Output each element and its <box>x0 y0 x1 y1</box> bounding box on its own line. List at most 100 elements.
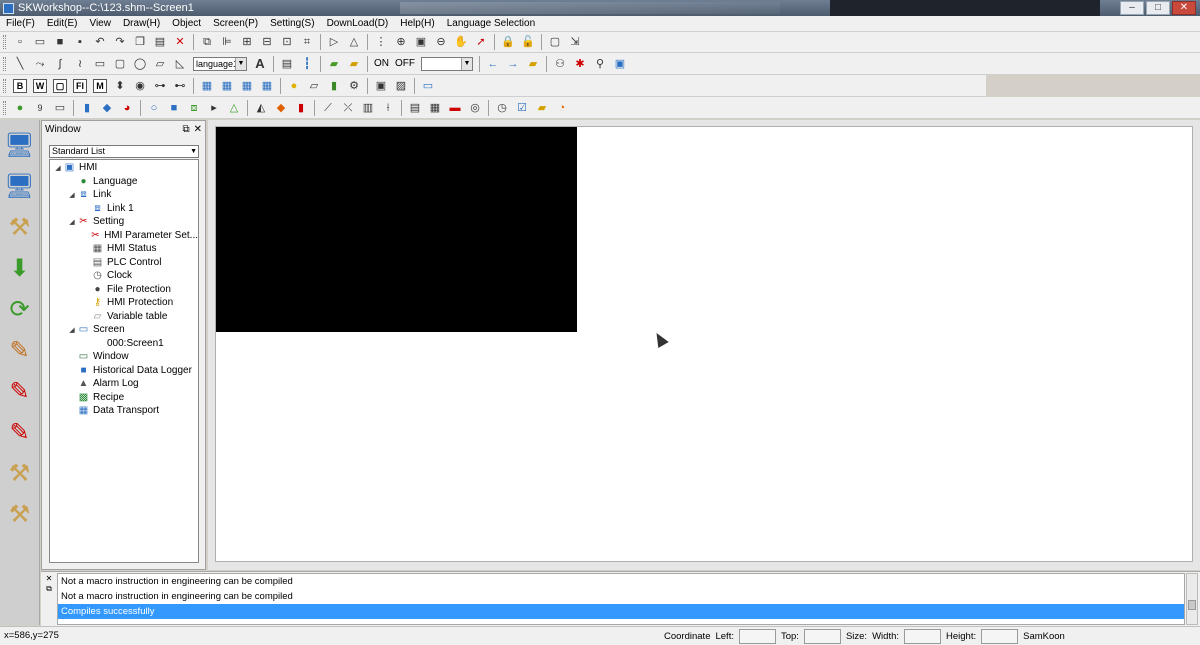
hand-icon[interactable]: ✋ <box>453 34 469 50</box>
menu-draw[interactable]: Draw(H) <box>117 18 166 29</box>
scale-icon[interactable]: ┇ <box>299 56 315 72</box>
output-line[interactable]: Not a macro instruction in engineering c… <box>58 574 1184 589</box>
layer-icon[interactable]: ⊟ <box>259 34 275 50</box>
green-circle-icon[interactable]: ● <box>12 100 28 116</box>
flag-icon[interactable]: ▸ <box>206 100 222 116</box>
tree-item[interactable]: ▦ Data Transport <box>50 404 198 418</box>
edit-pencil-icon[interactable]: ✎ <box>5 336 35 366</box>
redo-icon[interactable]: ↷ <box>112 34 128 50</box>
tree-item[interactable]: ◢ ▣ HMI <box>50 161 198 175</box>
build-icon[interactable]: ⚒ <box>5 459 35 489</box>
traffic-light-icon[interactable]: ▮ <box>326 78 342 94</box>
freeform-icon[interactable]: ≀ <box>72 56 88 72</box>
bit-button-icon[interactable]: B <box>13 78 27 93</box>
arrow-left-icon[interactable]: ← <box>485 56 501 72</box>
numeric-display-icon[interactable]: ▦ <box>199 78 215 94</box>
check-edit-icon[interactable]: ✎ <box>5 377 35 407</box>
rounded-rect-icon[interactable]: ▢ <box>112 56 128 72</box>
pie-chart-icon[interactable]: ◕ <box>119 100 135 116</box>
maximize-button[interactable]: □ <box>1146 1 1170 15</box>
rectangle-icon[interactable]: ▭ <box>92 56 108 72</box>
menu-object[interactable]: Object <box>166 18 207 29</box>
blue-square-icon[interactable]: ■ <box>166 100 182 116</box>
expander-icon[interactable]: ◢ <box>68 326 76 334</box>
function-button-icon[interactable]: Fl <box>73 78 87 93</box>
zoom-out-icon[interactable]: ⊖ <box>433 34 449 50</box>
export-icon[interactable]: ⇲ <box>567 34 583 50</box>
zoom-in-icon[interactable]: ⊕ <box>393 34 409 50</box>
toolbar-grip[interactable] <box>3 56 6 71</box>
clock-tool-icon[interactable]: ◷ <box>494 100 510 116</box>
folder-icon[interactable]: ▰ <box>346 56 362 72</box>
tree-item[interactable]: ■ Historical Data Logger <box>50 364 198 378</box>
pipe-icon[interactable]: ⧈ <box>186 100 202 116</box>
find-icon[interactable]: ✱ <box>572 56 588 72</box>
group-icon[interactable]: ⧉ <box>199 34 215 50</box>
output-line[interactable]: Compiles successfully <box>58 604 1184 619</box>
menu-language-selection[interactable]: Language Selection <box>441 18 541 29</box>
parallelogram-icon[interactable]: ▱ <box>152 56 168 72</box>
stepper-icon[interactable]: ⬍ <box>112 78 128 94</box>
refresh-icon[interactable]: ⟳ <box>5 295 35 325</box>
close-icon[interactable]: ✕ <box>194 124 202 135</box>
play-icon[interactable]: ▷ <box>326 34 342 50</box>
menu-screen[interactable]: Screen(P) <box>207 18 264 29</box>
build-all-icon[interactable]: ⚒ <box>5 500 35 530</box>
tree-item[interactable]: ◷ Clock <box>50 269 198 283</box>
output-line[interactable]: Not a macro instruction in engineering c… <box>58 589 1184 604</box>
triangle-shape-icon[interactable]: △ <box>226 100 242 116</box>
toolbar-grip[interactable] <box>3 78 6 93</box>
meter-icon[interactable]: ▭ <box>52 100 68 116</box>
pin-icon[interactable]: ⧉ <box>43 584 55 594</box>
multi-button-icon[interactable]: M <box>93 78 107 93</box>
output-scrollbar[interactable] <box>1186 573 1198 625</box>
tree-item[interactable]: ◢ ✂ Setting <box>50 215 198 229</box>
folder-open-icon[interactable]: ▰ <box>534 100 550 116</box>
menu-view[interactable]: View <box>83 18 117 29</box>
gallery-icon[interactable]: ▨ <box>393 78 409 94</box>
tree-item[interactable]: ⚷ HMI Protection <box>50 296 198 310</box>
bar-chart-icon[interactable]: ▥ <box>360 100 376 116</box>
toolbar-grip[interactable] <box>3 35 6 49</box>
menu-download[interactable]: DownLoad(D) <box>321 18 395 29</box>
undo-icon[interactable]: ↶ <box>92 34 108 50</box>
line-icon[interactable]: ╲ <box>12 56 28 72</box>
key-input-icon[interactable]: ⊷ <box>172 78 188 94</box>
red-bar-icon[interactable]: ▬ <box>447 100 463 116</box>
screen-button-icon[interactable]: ▢ <box>53 78 67 93</box>
camera-icon[interactable]: ◎ <box>467 100 483 116</box>
grid-icon[interactable]: ⊞ <box>239 34 255 50</box>
triangle-icon[interactable]: △ <box>346 34 362 50</box>
expander-icon[interactable]: ◢ <box>68 218 76 226</box>
toolbar-grip[interactable] <box>3 100 6 115</box>
properties-icon[interactable]: ▣ <box>612 56 628 72</box>
expander-icon[interactable]: ◢ <box>68 191 76 199</box>
pin-icon[interactable]: ⧉ <box>182 124 189 135</box>
download-arrow-icon[interactable]: ⬇ <box>5 254 35 284</box>
report-icon[interactable]: ▦ <box>427 100 443 116</box>
resize-icon[interactable]: ⊡ <box>279 34 295 50</box>
tree-item[interactable]: ⧈ Link 1 <box>50 202 198 216</box>
on-label[interactable]: ON <box>374 58 389 69</box>
new-file-icon[interactable]: ▫ <box>12 34 28 50</box>
off-label[interactable]: OFF <box>395 58 415 69</box>
online-simulation-icon[interactable]: 🖥 <box>4 172 34 202</box>
xy-chart-icon[interactable]: ⤫ <box>340 100 356 116</box>
picture-icon[interactable]: ▣ <box>373 78 389 94</box>
tree-item[interactable]: ▦ HMI Status <box>50 242 198 256</box>
tree-item[interactable]: ◢ ⧈ Link <box>50 188 198 202</box>
text-icon[interactable]: A <box>252 56 268 72</box>
screen-preview[interactable] <box>216 127 577 332</box>
error-edit-icon[interactable]: ✎ <box>5 418 35 448</box>
tree-item[interactable]: ● Language <box>50 175 198 189</box>
save-icon[interactable]: ■ <box>52 34 68 50</box>
arrow-right-icon[interactable]: → <box>505 56 521 72</box>
save-all-icon[interactable]: ▪ <box>72 34 88 50</box>
curve-icon[interactable]: ∫ <box>52 56 68 72</box>
delete-icon[interactable]: ✕ <box>172 34 188 50</box>
alarm-display-icon[interactable]: ▤ <box>407 100 423 116</box>
copy-icon[interactable]: ❐ <box>132 34 148 50</box>
word-button-icon[interactable]: W <box>33 78 47 93</box>
bar-graph-icon[interactable]: ▮ <box>79 100 95 116</box>
window-view-icon[interactable]: ▢ <box>547 34 563 50</box>
